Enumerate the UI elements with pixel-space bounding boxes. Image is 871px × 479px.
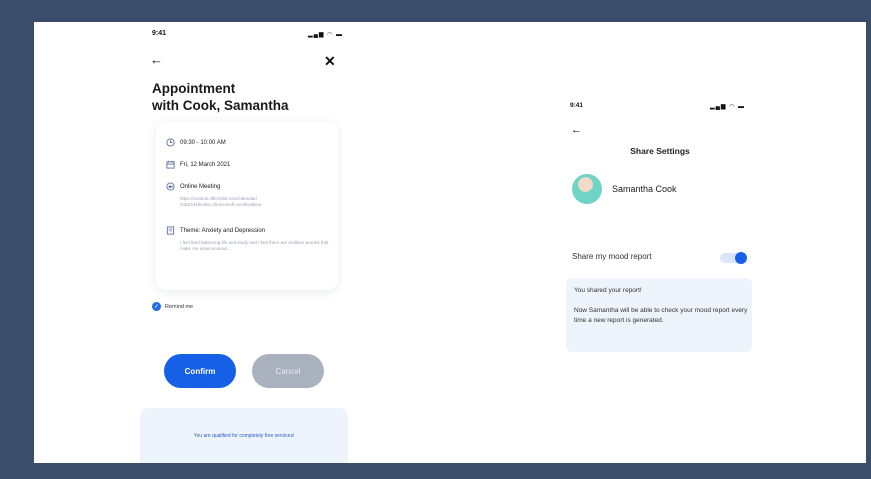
qualification-banner: You are qualified for completely free se…: [140, 408, 348, 463]
status-icons: ▂▄▆ ◠ ▬: [710, 104, 746, 110]
remind-me-checkbox[interactable]: ✓ Remind me: [152, 302, 193, 311]
appointment-screen: 9:41 ▂▄▆ ◠ ▬ ← ✕ Appointment with Cook, …: [140, 22, 348, 463]
contact-name: Samantha Cook: [612, 184, 677, 194]
appointment-details-card: 09:30 - 10:00 AM Fri, 12 March 2021 Onli…: [156, 122, 338, 290]
avatar: [572, 174, 602, 204]
page-title: Share Settings: [630, 146, 690, 156]
status-icons: ▂▄▆ ◠ ▬: [308, 32, 344, 38]
theme-description: I feel tired balancing life and study an…: [180, 240, 329, 251]
appointment-time: 09:30 - 10:00 AM: [180, 139, 226, 146]
toggle-knob: [735, 252, 747, 264]
document-icon: [166, 226, 175, 235]
title-line-1: Appointment: [152, 81, 236, 96]
clock-icon: [166, 138, 175, 147]
appointment-date: Fri, 12 March 2021: [180, 161, 231, 168]
canvas: 9:41 ▂▄▆ ◠ ▬ ← ✕ Appointment with Cook, …: [34, 22, 866, 463]
remind-label: Remind me: [165, 303, 194, 310]
video-icon: [166, 182, 175, 191]
share-mood-label: Share my mood report: [572, 252, 652, 261]
status-time: 9:41: [570, 102, 584, 109]
confirm-button[interactable]: Confirm: [164, 354, 236, 388]
share-mood-toggle[interactable]: [720, 252, 747, 264]
close-icon[interactable]: ✕: [324, 53, 336, 70]
back-arrow-icon[interactable]: ←: [150, 52, 163, 67]
qualification-text: You are qualified for completely free se…: [193, 432, 295, 439]
share-confirmation-notice: You shared your report! Now Samantha wil…: [566, 278, 752, 352]
back-arrow-icon[interactable]: ←: [571, 124, 582, 136]
calendar-icon: [166, 160, 175, 169]
page-title: Appointment with Cook, Samantha: [152, 80, 289, 114]
date-row: Fri, 12 March 2021: [166, 160, 230, 169]
check-icon: ✓: [152, 302, 161, 311]
time-row: 09:30 - 10:00 AM: [166, 138, 226, 147]
meeting-link[interactable]: https://outlook.office365.com/calendar/ …: [180, 196, 330, 208]
meeting-row: Online Meeting: [166, 182, 220, 191]
status-time: 9:41: [152, 30, 167, 37]
theme-label: Theme: Anxiety and Depression: [180, 227, 266, 234]
notice-title: You shared your report!: [574, 287, 642, 294]
notice-body: Now Samantha will be able to check your …: [574, 307, 748, 324]
meeting-label: Online Meeting: [180, 183, 221, 190]
cancel-button[interactable]: Cancel: [252, 354, 324, 388]
share-settings-screen: 9:41 ▂▄▆ ◠ ▬ ← Share Settings Samantha C…: [558, 94, 762, 463]
title-line-2: with Cook, Samantha: [152, 98, 289, 113]
theme-row: Theme: Anxiety and Depression: [166, 226, 265, 235]
